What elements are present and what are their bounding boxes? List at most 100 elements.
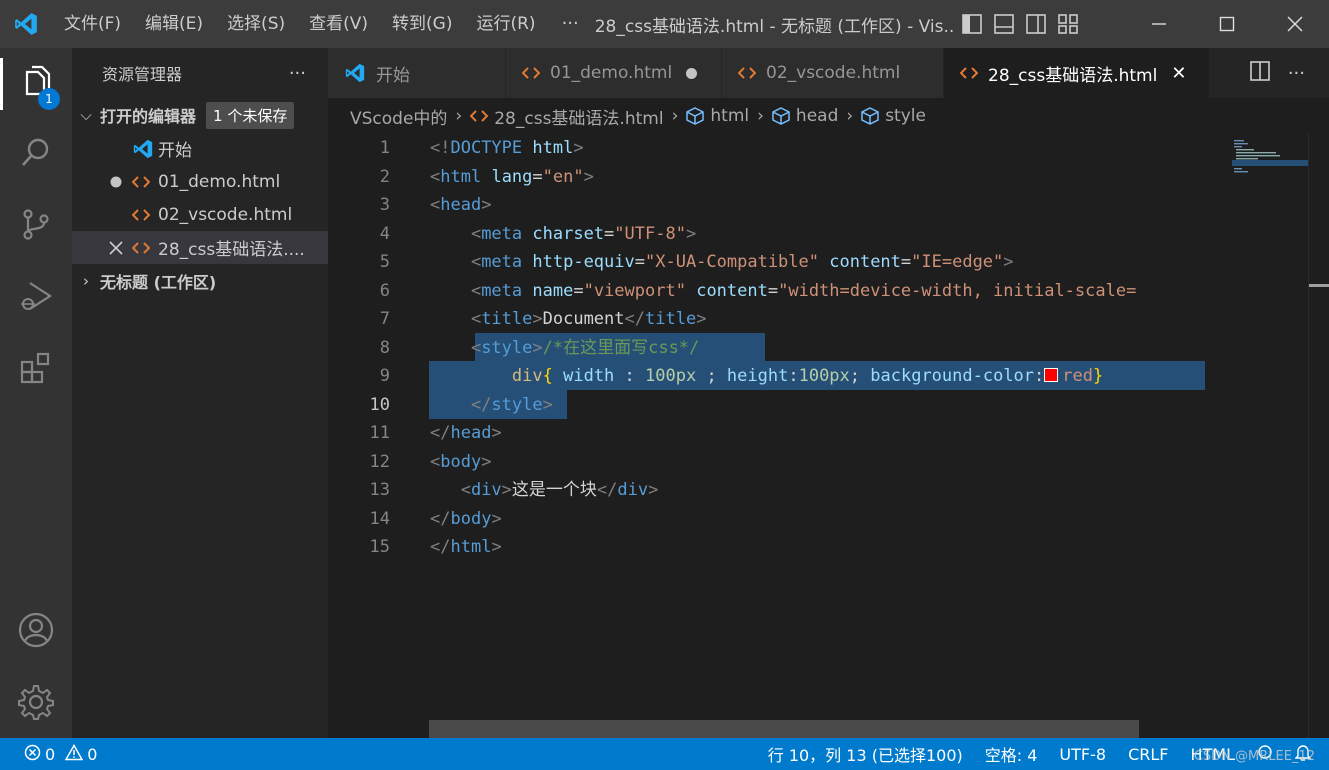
breadcrumb: VScode中的 › 28_css基础语法.html › html › head… — [328, 98, 1329, 134]
vscode-welcome-icon — [132, 138, 158, 160]
toggle-secondary-sidebar-icon[interactable] — [1025, 13, 1047, 35]
menu-edit[interactable]: 编辑(E) — [133, 0, 215, 48]
error-icon — [24, 744, 41, 765]
code-line: 12 <body> — [369, 451, 492, 472]
breadcrumb-file[interactable]: 28_css基础语法.html — [494, 104, 663, 129]
settings-gear-icon[interactable] — [0, 672, 72, 732]
vertical-scrollbar[interactable] — [1308, 134, 1329, 738]
tab-02-vscode[interactable]: 02_vscode.html — [722, 48, 944, 98]
html-file-icon — [960, 66, 978, 80]
tab-01-demo[interactable]: 01_demo.html — [506, 48, 722, 98]
menu-goto[interactable]: 转到(G) — [380, 0, 464, 48]
maximize-icon[interactable] — [1193, 0, 1261, 48]
close-icon[interactable]: ✕ — [1171, 63, 1186, 84]
unsaved-dot-icon[interactable] — [686, 67, 698, 79]
code-line: 2 <html lang="en"> — [379, 166, 594, 187]
indentation[interactable]: 空格: 4 — [985, 742, 1038, 766]
accounts-icon[interactable] — [0, 600, 72, 660]
close-window-icon[interactable] — [1261, 0, 1329, 48]
menu-more-button[interactable]: ··· — [548, 0, 593, 48]
breadcrumb-style[interactable]: style — [885, 106, 926, 126]
breadcrumb-html[interactable]: html — [710, 106, 749, 126]
encoding[interactable]: UTF-8 — [1059, 745, 1106, 764]
open-editor-item[interactable]: 01_demo.html — [72, 165, 328, 198]
code-line: 5 <meta http-equiv="X-UA-Compatible" con… — [379, 252, 1014, 272]
toggle-panel-icon[interactable] — [993, 13, 1015, 35]
chevron-right-icon: › — [846, 106, 854, 126]
tab-label: 01_demo.html — [550, 63, 673, 83]
workspace-label: 无标题 (工作区) — [100, 273, 217, 292]
html-file-icon — [132, 241, 158, 255]
html-file-icon — [738, 66, 756, 80]
unsaved-badge: 1 个未保存 — [206, 101, 295, 129]
customize-layout-icon[interactable] — [1057, 13, 1079, 35]
html-file-icon — [132, 175, 158, 189]
vscode-welcome-icon — [344, 62, 366, 84]
line-ending[interactable]: CRLF — [1128, 745, 1168, 764]
chevron-right-icon: › — [455, 106, 463, 126]
open-editor-label: 开始 — [158, 141, 192, 161]
minimize-icon[interactable] — [1125, 0, 1193, 48]
explorer-icon[interactable]: 1 — [0, 52, 72, 112]
menu-run[interactable]: 运行(R) — [464, 0, 547, 48]
code-line: 6 <meta name="viewport" content="width=d… — [379, 280, 1137, 301]
unsaved-dot-icon[interactable] — [72, 165, 132, 198]
menu-file[interactable]: 文件(F) — [52, 0, 133, 48]
open-editor-item-active[interactable]: 28_css基础语法.... — [72, 231, 328, 264]
warning-icon — [64, 743, 84, 765]
breadcrumb-head[interactable]: head — [796, 106, 838, 126]
menu-view[interactable]: 查看(V) — [297, 0, 380, 48]
problems-indicator[interactable]: 0 0 — [0, 743, 97, 765]
tab-label: 开始 — [376, 65, 410, 86]
open-editor-label: 02_vscode.html — [158, 204, 293, 225]
run-debug-icon[interactable] — [0, 266, 72, 326]
tab-welcome[interactable]: 开始 — [328, 48, 506, 98]
chevron-right-icon: › — [671, 106, 679, 126]
minimap[interactable] — [1228, 134, 1308, 738]
code-line: 8 <style>/*在这里面写css*/ — [379, 337, 700, 358]
tab-28-css[interactable]: 28_css基础语法.html ✕ — [944, 48, 1210, 98]
explorer-sidebar: 资源管理器 ··· ⌵ 打开的编辑器 1 个未保存 开始 01_demo.htm… — [72, 48, 328, 738]
toggle-sidebar-icon[interactable] — [961, 13, 983, 35]
open-editor-label: 01_demo.html — [158, 171, 281, 192]
explorer-badge: 1 — [38, 88, 60, 110]
cursor-position[interactable]: 行 10，列 13 (已选择100) — [768, 742, 963, 766]
symbol-element-icon — [772, 107, 790, 125]
extensions-icon[interactable] — [0, 338, 72, 398]
symbol-element-icon — [686, 107, 705, 125]
code-line: 15 </html> — [369, 537, 502, 557]
editor-tabs: 开始 01_demo.html 02_vscode.html 28_css基础语… — [328, 48, 1329, 98]
code-line: 7 <title>Document</title> — [379, 309, 707, 329]
tab-label: 02_vscode.html — [766, 63, 901, 83]
code-line-current: 10 </style> — [369, 394, 553, 415]
status-bar: 0 0 行 10，列 13 (已选择100) 空格: 4 UTF-8 CRLF … — [0, 738, 1329, 770]
window-title: 28_css基础语法.html - 无标题 (工作区) - Vis... — [594, 16, 955, 37]
code-line: 1 <!DOCTYPE html> — [379, 138, 584, 158]
workspace-section[interactable]: › 无标题 (工作区) — [72, 264, 328, 298]
code-line: 3 <head> — [379, 195, 492, 215]
split-editor-icon[interactable] — [1250, 61, 1270, 85]
open-editor-item[interactable]: 开始 — [72, 132, 328, 165]
html-file-icon — [132, 208, 158, 222]
close-icon[interactable] — [72, 231, 132, 264]
html-file-icon — [522, 66, 540, 80]
more-actions-button[interactable]: ··· — [1288, 63, 1305, 84]
active-indicator — [0, 58, 3, 110]
horizontal-scrollbar[interactable] — [429, 720, 1139, 738]
html-file-icon — [470, 109, 489, 123]
explorer-more-button[interactable]: ··· — [289, 63, 306, 84]
error-count: 0 — [45, 744, 56, 764]
title-bar: 文件(F) 编辑(E) 选择(S) 查看(V) 转到(G) 运行(R) ··· … — [0, 0, 1329, 48]
chevron-down-icon: ⌵ — [80, 106, 92, 124]
search-icon[interactable] — [0, 122, 72, 182]
source-control-icon[interactable] — [0, 194, 72, 254]
watermark: CSDN @MRLEE_12 — [1193, 749, 1315, 764]
open-editors-label: 打开的编辑器 — [100, 107, 197, 126]
code-line: 9 div{ width : 100px ; height:100px; bac… — [379, 366, 1104, 386]
code-editor[interactable]: 1 <!DOCTYPE html> 2 <html lang="en"> 3 <hea… — [328, 134, 1228, 738]
breadcrumb-folder[interactable]: VScode中的 — [350, 104, 447, 129]
menu-selection[interactable]: 选择(S) — [215, 0, 297, 48]
open-editor-item[interactable]: 02_vscode.html — [72, 198, 328, 231]
color-swatch-icon[interactable] — [1044, 368, 1059, 382]
open-editors-section[interactable]: ⌵ 打开的编辑器 1 个未保存 — [72, 98, 328, 132]
